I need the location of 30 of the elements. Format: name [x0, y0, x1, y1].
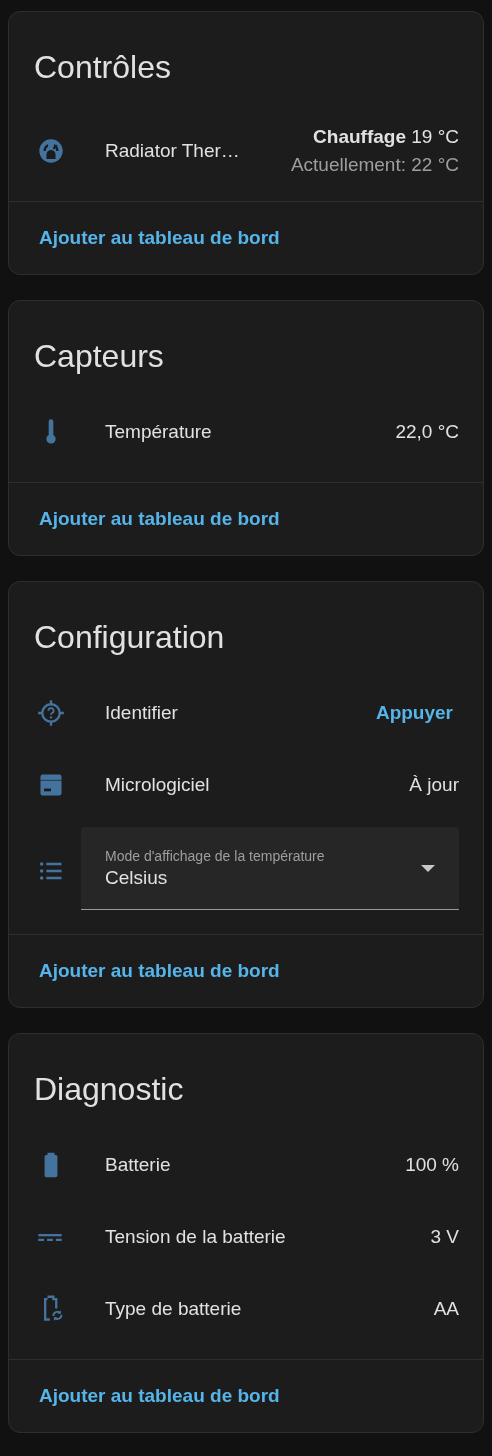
entity-name: Type de batterie	[105, 1298, 243, 1320]
select-field[interactable]: Mode d'affichage de la température Celsius	[81, 827, 459, 910]
entity-value: À jour	[409, 774, 459, 796]
dropdown-caret-icon	[421, 864, 435, 872]
add-to-dashboard-link[interactable]: Ajouter au tableau de bord	[39, 508, 280, 530]
select-value: Celsius	[105, 866, 169, 889]
card-title: Diagnostic	[33, 1070, 185, 1109]
thermostat-icon	[37, 137, 65, 165]
help-crosshair-icon	[37, 699, 65, 727]
add-to-dashboard-link[interactable]: Ajouter au tableau de bord	[39, 960, 280, 982]
press-button[interactable]: Appuyer	[369, 694, 459, 732]
card-title: Configuration	[33, 618, 226, 657]
climate-target: Chauffage 19 °C	[312, 125, 459, 149]
entity-value: 3 V	[430, 1226, 459, 1248]
entity-value: 22,0 °C	[395, 421, 459, 443]
add-to-dashboard-link[interactable]: Ajouter au tableau de bord	[39, 227, 280, 249]
current-temperature: Actuellement: 22 °C	[290, 153, 459, 177]
entity-name: Batterie	[105, 1154, 172, 1176]
entity-name: Micrologiciel	[105, 774, 211, 796]
entity-value: 100 %	[405, 1154, 459, 1176]
select-label: Mode d'affichage de la température	[105, 847, 326, 864]
entity-name: Radiator Ther…	[105, 140, 241, 162]
card-title: Capteurs	[33, 337, 165, 376]
add-to-dashboard-link[interactable]: Ajouter au tableau de bord	[39, 1385, 280, 1407]
card-title: Contrôles	[33, 48, 172, 87]
dc-voltage-icon	[37, 1233, 63, 1241]
entity-name: Tension de la batterie	[105, 1226, 287, 1248]
entity-name: Identifier	[105, 702, 179, 724]
entity-name: Température	[105, 421, 213, 443]
entity-value: AA	[433, 1298, 459, 1320]
